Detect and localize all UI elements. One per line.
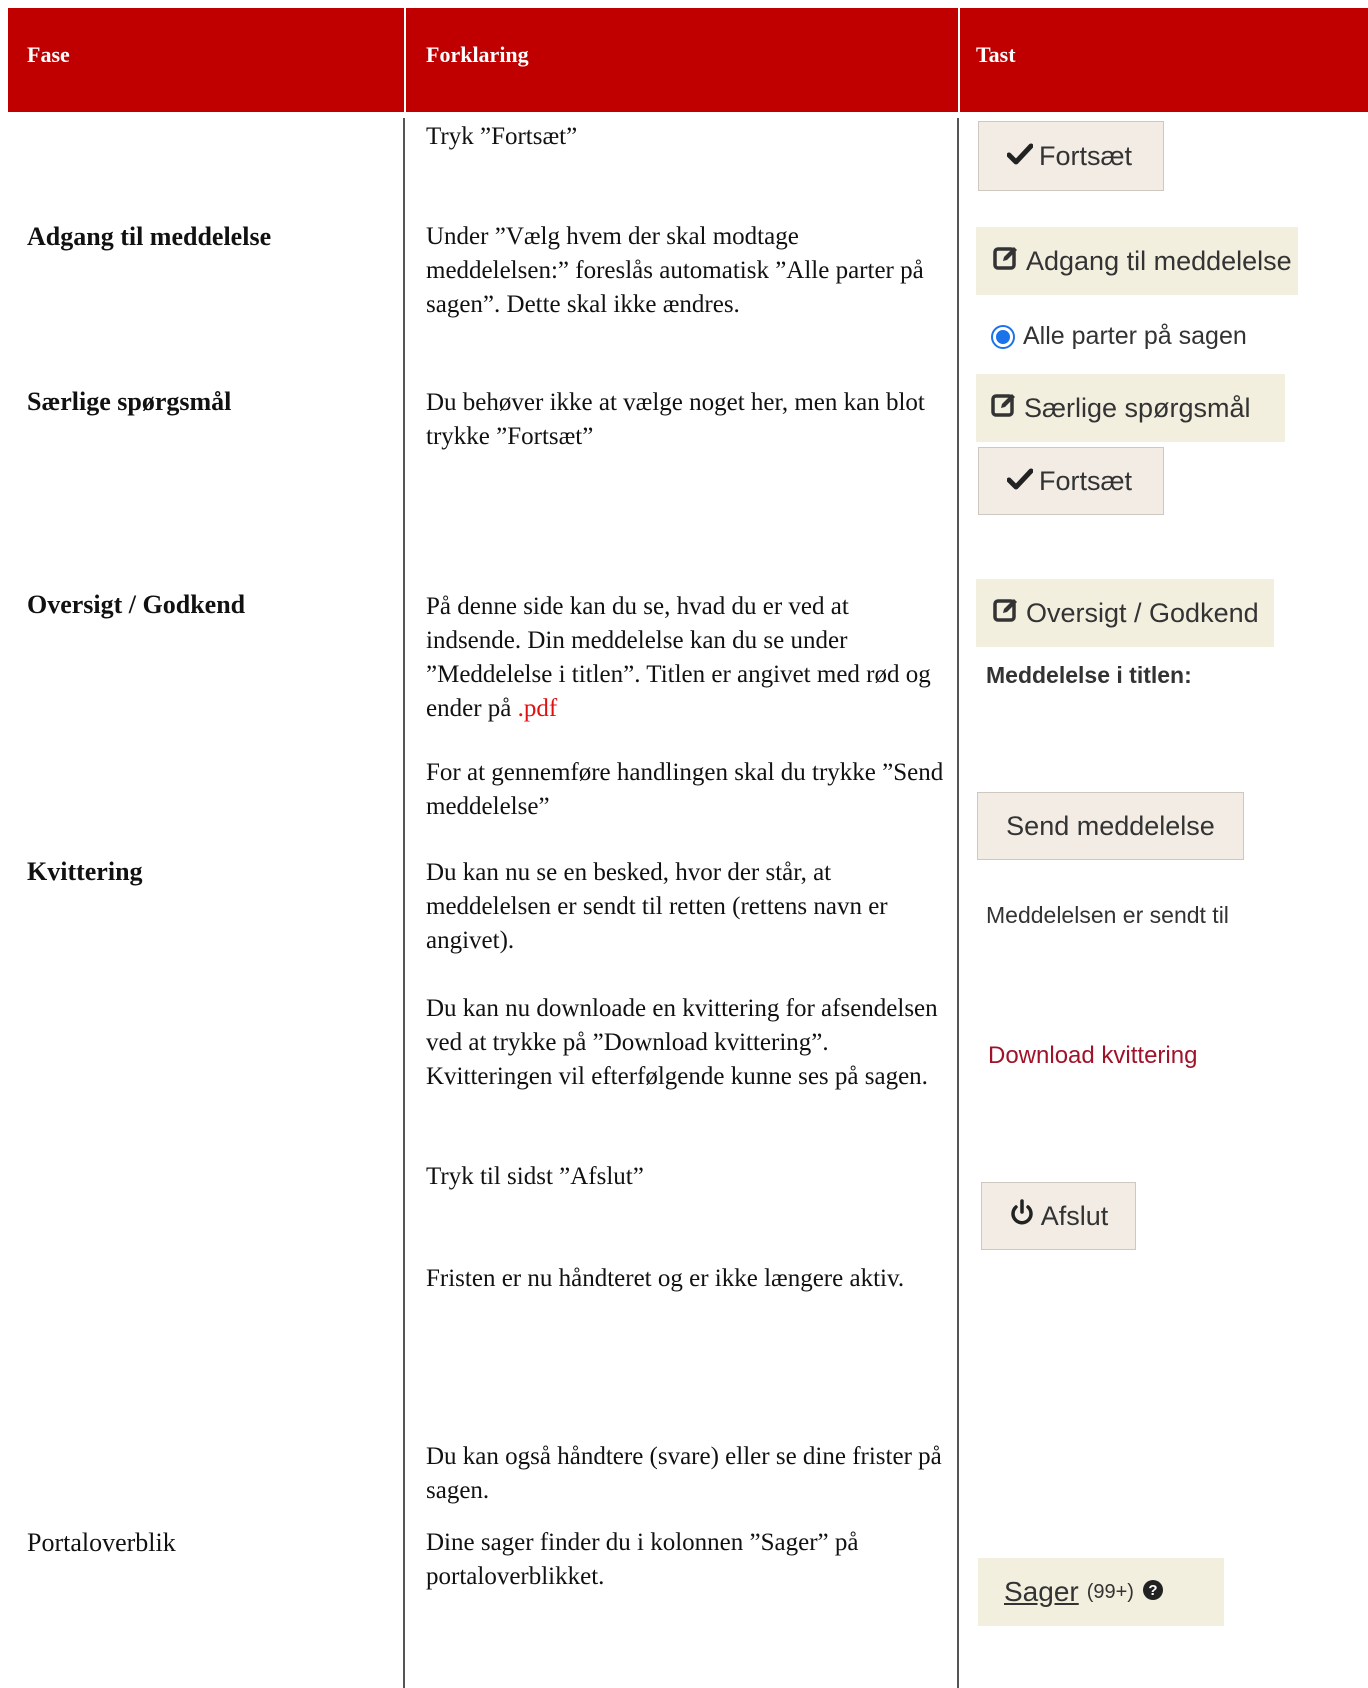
explanation-adgang: Under ”Vælg hvem der skal modtage meddel… [426, 223, 924, 318]
radio-alle-parter[interactable]: Alle parter på sagen [993, 322, 1247, 351]
tab-oversigt-label: Oversigt / Godkend [1026, 597, 1259, 628]
table-header [8, 8, 1368, 112]
explanation-kvittering: Du kan nu se en besked, hvor der står, a… [426, 859, 888, 954]
fortsaet-button-label: Fortsæt [1039, 140, 1133, 171]
power-icon [1009, 1198, 1035, 1234]
explanation-frister: Du kan også håndtere (svare) eller se di… [426, 1443, 942, 1504]
meddelelse-titel-label: Meddelelse i titlen: [986, 662, 1192, 688]
header-divider [958, 8, 960, 112]
status-sendt: Meddelelsen er sendt til [986, 902, 1229, 928]
explanation-fortsaet: Tryk ”Fortsæt” [426, 123, 578, 150]
phase-kvittering: Kvittering [27, 857, 143, 886]
header-divider [404, 8, 406, 112]
explanation-fristen: Fristen er nu håndteret og er ikke længe… [426, 1265, 905, 1292]
phase-saerlige: Særlige spørgsmål [27, 387, 232, 416]
phase-portaloverblik: Portaloverblik [27, 1528, 176, 1557]
tab-adgang-label: Adgang til meddelelse [1026, 245, 1292, 276]
afslut-button-label: Afslut [1040, 1200, 1109, 1231]
radio-selected-icon [993, 326, 1013, 347]
tab-adgang-til-meddelelse[interactable]: Adgang til meddelelse [976, 227, 1298, 295]
explanation-send: For at gennemføre handlingen skal du try… [426, 759, 944, 820]
edit-icon [992, 244, 1020, 279]
column-divider [403, 118, 405, 1688]
question-circle-icon: ? [1142, 1577, 1164, 1608]
phase-adgang: Adgang til meddelelse [27, 222, 272, 251]
afslut-button[interactable]: Afslut [981, 1182, 1136, 1250]
phase-oversigt: Oversigt / Godkend [27, 590, 246, 619]
explanation-download: Du kan nu downloade en kvittering for af… [426, 995, 938, 1090]
explanation-afslut: Tryk til sidst ”Afslut” [426, 1163, 644, 1190]
edit-icon [990, 391, 1018, 426]
edit-icon [992, 596, 1020, 631]
fortsaet-button[interactable]: Fortsæt [978, 447, 1164, 515]
explanation-portal: Dine sager finder du i kolonnen ”Sager” … [426, 1529, 859, 1590]
explanation-saerlige: Du behøver ikke at vælge noget her, men … [426, 389, 925, 450]
check-icon [1006, 141, 1034, 172]
tab-saerlige-label: Særlige spørgsmål [1024, 392, 1251, 423]
explanation-oversigt-text: På denne side kan du se, hvad du er ved … [426, 593, 931, 722]
column-divider [957, 118, 959, 1688]
header-forklaring: Forklaring [426, 42, 529, 67]
fortsaet-button-label: Fortsæt [1039, 465, 1133, 496]
check-icon [1006, 466, 1034, 497]
tab-oversigt-godkend[interactable]: Oversigt / Godkend [976, 579, 1274, 647]
tab-sager[interactable]: Sager (99+) ? [978, 1558, 1224, 1626]
sager-count-badge: (99+) [1086, 1580, 1134, 1603]
send-meddelelse-button[interactable]: Send meddelelse [977, 792, 1244, 860]
svg-text:?: ? [1148, 1582, 1157, 1599]
header-fase: Fase [27, 42, 70, 67]
tab-sager-label: Sager [1004, 1576, 1079, 1607]
fortsaet-button[interactable]: Fortsæt [978, 121, 1164, 191]
header-tast: Tast [976, 42, 1016, 67]
tab-saerlige-spoergsmaal[interactable]: Særlige spørgsmål [976, 374, 1285, 442]
download-kvittering-link[interactable]: Download kvittering [988, 1042, 1197, 1070]
pdf-highlight: .pdf [517, 695, 558, 722]
radio-label: Alle parter på sagen [1023, 322, 1247, 350]
explanation-oversigt: På denne side kan du se, hvad du er ved … [426, 590, 946, 726]
